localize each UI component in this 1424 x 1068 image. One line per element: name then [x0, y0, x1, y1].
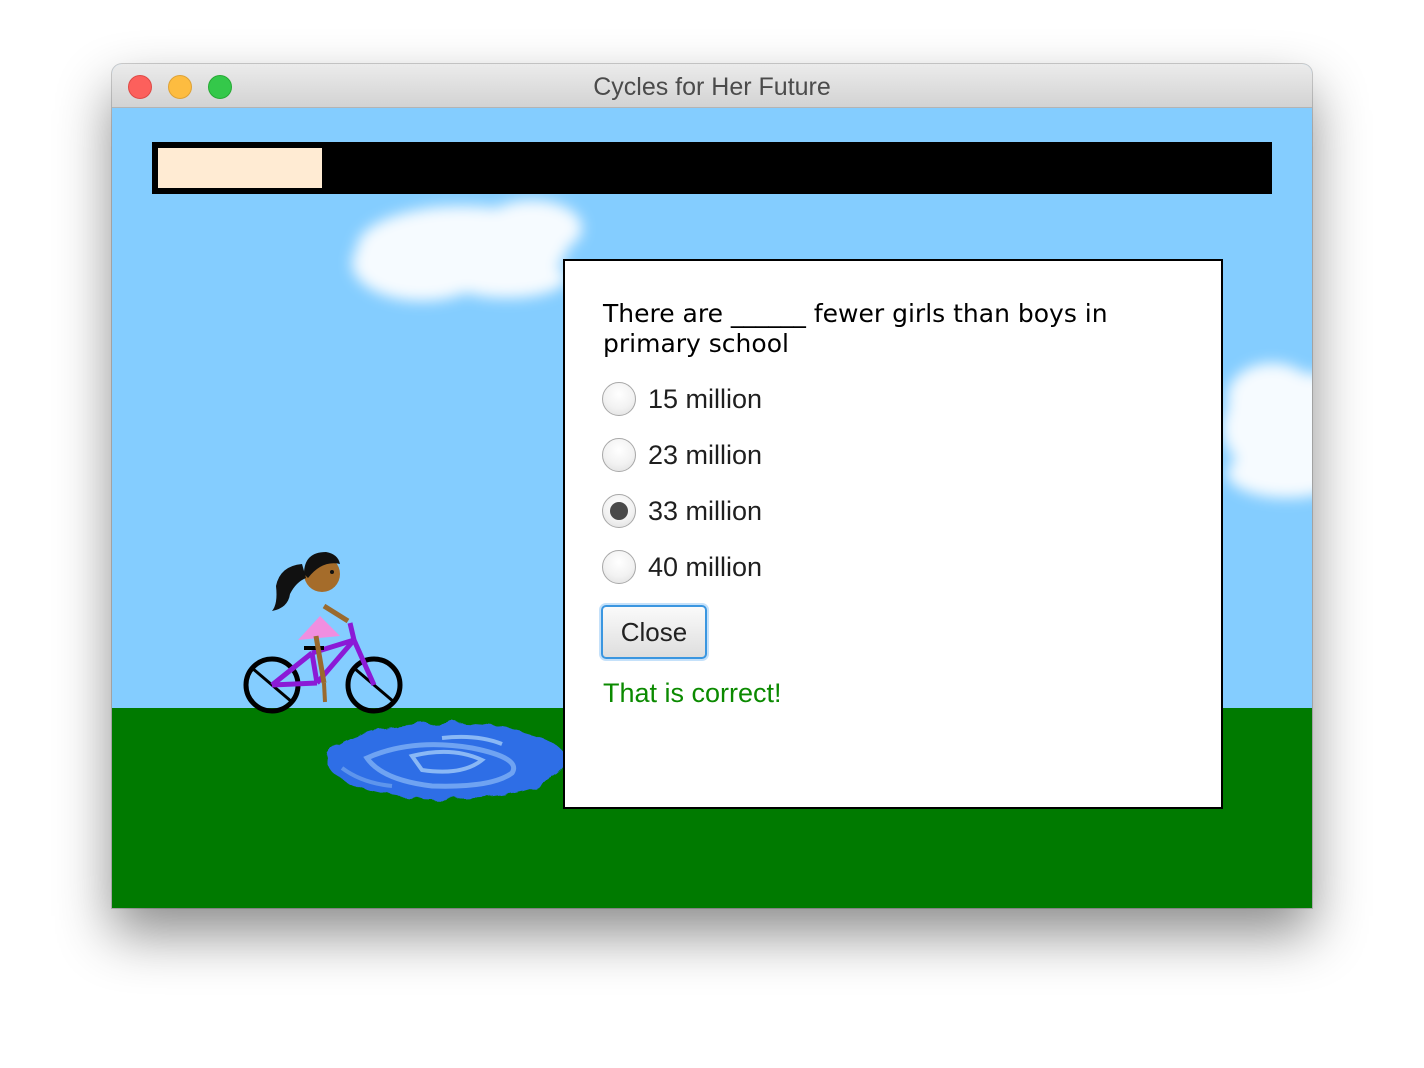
radio-button-4[interactable] [602, 550, 636, 584]
progress-bar [152, 142, 1272, 194]
answer-option-1[interactable]: 15 million [602, 381, 762, 417]
answer-option-2-label: 23 million [648, 439, 763, 470]
window-title: Cycles for Her Future [593, 73, 831, 101]
title-bar: Cycles for Her Future [112, 64, 1312, 108]
puddle [327, 723, 567, 799]
answer-option-4-label: 40 million [648, 551, 763, 582]
answer-option-3[interactable]: 33 million [602, 493, 762, 529]
answer-option-1-label: 15 million [648, 383, 763, 414]
close-button[interactable]: Close [601, 605, 707, 659]
radio-button-2[interactable] [602, 438, 636, 472]
game-scene: There are ______ fewer girls than boys i… [112, 108, 1312, 908]
quiz-question: There are ______ fewer girls than boys i… [603, 299, 1108, 358]
answer-option-3-label: 33 million [648, 495, 763, 526]
radio-button-3[interactable] [602, 494, 636, 528]
radio-button-1[interactable] [602, 382, 636, 416]
answer-option-4[interactable]: 40 million [602, 549, 762, 585]
quiz-dialog: There are ______ fewer girls than boys i… [563, 259, 1223, 809]
app-window: Cycles for Her Future There are ______ f… [112, 64, 1312, 908]
progress-bar-fill [158, 148, 322, 188]
feedback-message: That is correct! [603, 678, 782, 708]
cloud-right [1222, 363, 1312, 498]
answer-option-2[interactable]: 23 million [602, 437, 762, 473]
